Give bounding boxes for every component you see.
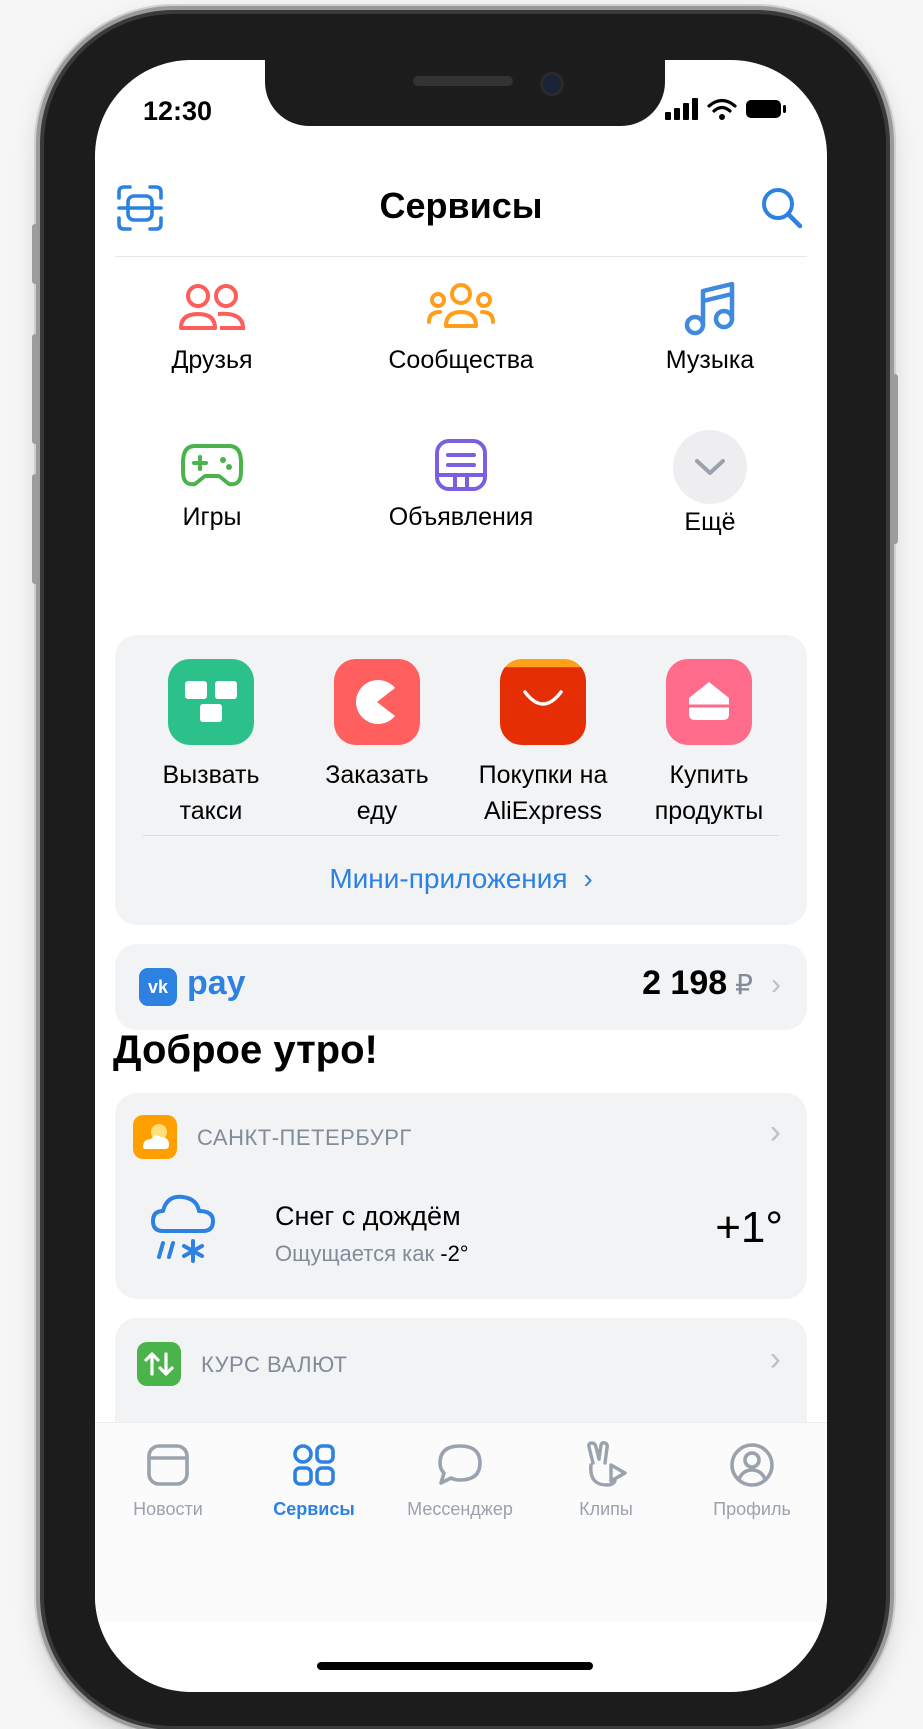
greeting-title: Доброе утро! <box>113 1028 378 1072</box>
profile-icon <box>730 1443 774 1487</box>
snow-rain-icon <box>151 1194 215 1263</box>
currency-title: КУРС ВАЛЮТ <box>201 1352 348 1377</box>
tab-bar: Новости Сервисы Мессенджер Клипы Профиль <box>95 1422 827 1623</box>
mini-app-label: Вызвать такси <box>162 761 260 825</box>
app-screen: 12:30 Сервисы Друзья Сообщества Музыка И… <box>95 60 827 1692</box>
weather-card[interactable]: САНКТ-ПЕТЕРБУРГ › Снег с дождём Ощущаетс… <box>115 1093 807 1299</box>
vkpay-balance: 2 198 ₽ › <box>642 964 781 1003</box>
mini-app-label: Покупки на AliExpress <box>478 761 608 825</box>
weather-app-icon <box>133 1115 177 1159</box>
service-classifieds[interactable]: Объявления <box>361 435 561 532</box>
service-communities[interactable]: Сообщества <box>361 278 561 375</box>
speaker <box>413 76 513 86</box>
service-label: Игры <box>182 503 242 531</box>
friends-icon <box>179 284 246 330</box>
aliexpress-icon <box>523 690 563 706</box>
mini-app-label: Купить продукты <box>654 761 764 825</box>
chevron-right-icon: › <box>771 968 781 1001</box>
wifi-icon <box>707 98 737 120</box>
vkpay-card[interactable]: vk pay 2 198 ₽ › <box>115 944 807 1030</box>
mini-apps-link[interactable]: Мини-приложения › <box>115 863 807 895</box>
clips-icon <box>587 1441 627 1487</box>
service-more[interactable]: Ещё <box>610 430 810 537</box>
search-button[interactable] <box>757 183 807 233</box>
more-button[interactable] <box>673 430 747 504</box>
volume-up-button <box>32 334 38 444</box>
service-label: Музыка <box>665 346 755 374</box>
power-button <box>892 374 898 544</box>
currency-app-icon <box>137 1342 181 1386</box>
notch <box>265 60 665 126</box>
services-icon <box>293 1444 335 1486</box>
search-icon <box>762 188 803 229</box>
mini-app-groceries[interactable]: Купить продукты <box>624 659 794 829</box>
weather-feels-like: Ощущается как -2° <box>275 1241 469 1267</box>
home-indicator <box>317 1662 593 1670</box>
status-time: 12:30 <box>143 96 213 126</box>
mini-app-food[interactable]: Заказать еду <box>292 659 462 829</box>
weather-city: САНКТ-ПЕТЕРБУРГ <box>197 1125 412 1150</box>
classifieds-icon <box>435 439 487 491</box>
feels-like-label: Ощущается как <box>275 1241 441 1266</box>
service-label: Сообщества <box>388 346 534 374</box>
taxi-icon <box>185 681 237 722</box>
battery-icon <box>746 100 786 118</box>
service-friends[interactable]: Друзья <box>112 278 312 375</box>
sun-cloud-icon <box>143 1124 169 1149</box>
mini-app-aliexpress[interactable]: Покупки на AliExpress <box>458 659 628 829</box>
chevron-right-icon: › <box>769 1113 781 1151</box>
tab-clips[interactable]: Клипы <box>533 1437 679 1520</box>
camera <box>540 72 564 96</box>
tab-label: Мессенджер <box>407 1499 513 1519</box>
exchange-arrows-icon <box>144 1352 174 1376</box>
service-games[interactable]: Игры <box>112 435 312 532</box>
tab-label: Новости <box>133 1499 203 1519</box>
cellular-signal-icon <box>665 98 698 120</box>
header-divider <box>115 256 807 257</box>
groceries-icon <box>689 682 729 720</box>
vkpay-currency: ₽ <box>735 969 753 1000</box>
service-label: Ещё <box>684 508 736 536</box>
chevron-right-icon: › <box>769 1340 781 1378</box>
news-icon <box>147 1444 189 1486</box>
tab-label: Клипы <box>579 1499 633 1519</box>
games-icon <box>181 444 243 487</box>
mini-app-taxi[interactable]: Вызвать такси <box>126 659 296 829</box>
tab-news[interactable]: Новости <box>95 1437 241 1520</box>
mini-apps-divider <box>143 835 779 836</box>
tab-messenger[interactable]: Мессенджер <box>387 1437 533 1520</box>
mini-app-label: Заказать еду <box>325 761 429 825</box>
tab-profile[interactable]: Профиль <box>679 1437 825 1520</box>
vkpay-amount: 2 198 <box>642 964 728 1002</box>
volume-down-button <box>32 474 38 584</box>
chevron-right-icon: › <box>583 863 593 894</box>
service-label: Объявления <box>388 503 534 531</box>
silent-switch <box>32 224 38 284</box>
music-icon <box>684 281 735 336</box>
status-icons <box>665 98 787 120</box>
chevron-down-icon <box>695 459 725 475</box>
mini-apps-link-label: Мини-приложения <box>329 863 568 894</box>
weather-temperature: +1° <box>715 1203 783 1252</box>
vk-logo-icon: vk <box>139 968 177 1006</box>
feels-like-value: -2° <box>440 1241 469 1266</box>
communities-icon <box>427 283 495 328</box>
mini-apps-card: Вызвать такси Заказать еду Покупки на Al… <box>115 635 807 925</box>
food-icon <box>356 680 395 724</box>
tab-services[interactable]: Сервисы <box>241 1437 387 1520</box>
tab-label: Профиль <box>713 1499 791 1519</box>
messenger-icon <box>438 1444 482 1485</box>
tab-label: Сервисы <box>273 1499 355 1519</box>
service-label: Друзья <box>171 346 253 374</box>
vkpay-brand: pay <box>187 964 246 1002</box>
page-title: Сервисы <box>379 185 543 226</box>
weather-condition: Снег с дождём <box>275 1201 461 1231</box>
service-music[interactable]: Музыка <box>610 278 810 375</box>
